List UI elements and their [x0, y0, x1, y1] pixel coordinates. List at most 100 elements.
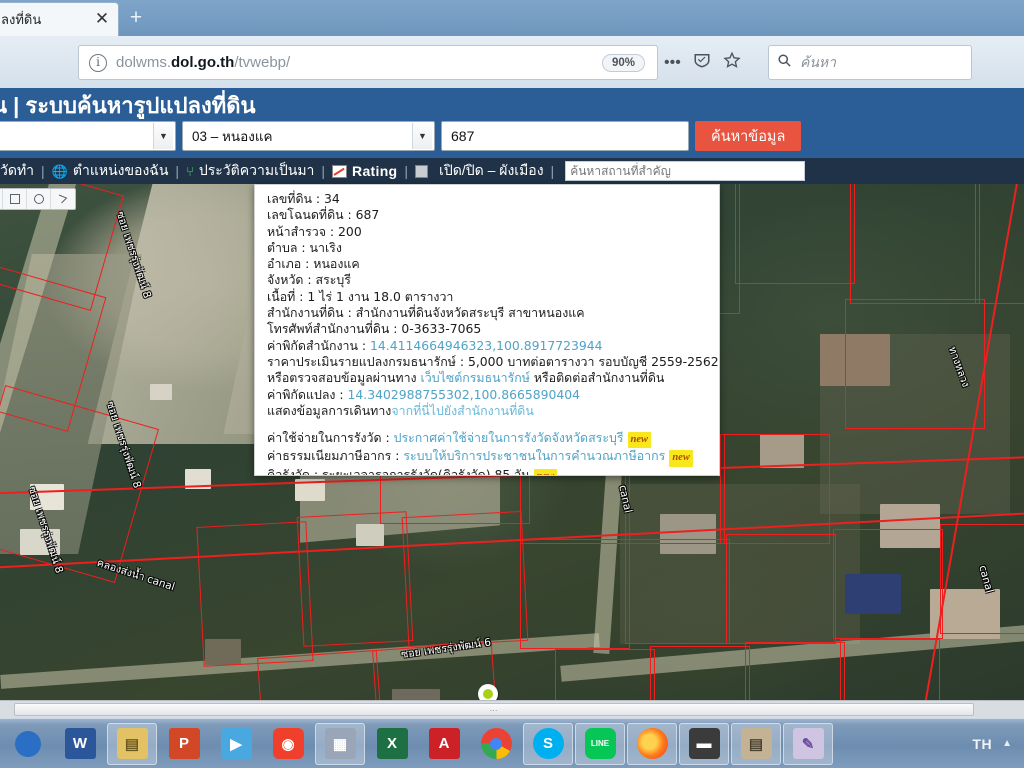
horizontal-scrollbar[interactable]: ⋯ — [0, 700, 1024, 718]
checkbox-icon[interactable] — [415, 164, 429, 178]
site-info-icon[interactable]: i — [89, 53, 107, 72]
taskbar-item-powerpoint[interactable]: P — [159, 723, 209, 765]
popup-line-area: เนื้อที่ : 1 ไร่ 1 งาน 18.0 ตารางวา — [267, 288, 454, 304]
popup-line-survey-cost: ค่าใช้จ่ายในการรังวัด : ประกาศค่าใช้จ่าย… — [267, 430, 709, 449]
page-actions-icon[interactable]: ••• — [664, 54, 681, 71]
treasury-website-link[interactable]: เว็บไซต์กรมธนารักษ์ — [421, 370, 530, 385]
taskbar-item-mediaplayer[interactable]: ▶ — [211, 723, 261, 765]
taskbar-item-gom[interactable]: ◉ — [263, 723, 313, 765]
popup-line-office-coordinates: ค่าพิกัดสำนักงาน : 14.4114664946323,100.… — [267, 337, 603, 353]
toolbar-item-history-label: ประวัติความเป็นมา — [198, 162, 315, 178]
popup-spacer — [267, 419, 709, 430]
search-form: ▼ 03 – หนองแค ▼ 687 ค้นหาข้อมูล — [0, 121, 1020, 151]
globe-icon: 🌐 — [51, 163, 68, 179]
tab-strip: ลงที่ดิน ✕ + — [0, 0, 1024, 36]
tax-fee-link[interactable]: ระบบให้บริการประชาชนในการคำนวณภาษีอากร — [403, 448, 665, 463]
amphur-select[interactable]: ▼ — [0, 121, 176, 151]
zoom-level-badge[interactable]: 90% — [601, 53, 645, 72]
popup-line-survey-queue: คิวรังวัด : ระยะเวลารอการรังวัด(คิวรังวั… — [267, 467, 709, 475]
toolbar-separator: | — [175, 163, 180, 179]
search-input[interactable]: ค้นหา — [800, 52, 836, 74]
toolbar-item-history[interactable]: ⑂ ประวัติความเป็นมา — [186, 160, 314, 182]
history-branch-icon: ⑂ — [186, 163, 194, 179]
popup-line-amphur: อำเภอ : หนองแค — [267, 256, 360, 272]
taskbar-item-paint[interactable]: ✎ — [783, 722, 833, 765]
popup-line-land-number: เลขที่ดิน : 34 — [267, 191, 340, 206]
taskbar-item-skype[interactable]: S — [523, 722, 573, 765]
rectangle-tool[interactable] — [3, 189, 27, 209]
toolbar-item-province[interactable]: วัดทำ — [0, 160, 34, 182]
show-hidden-icons-icon[interactable]: ▲ — [1002, 738, 1012, 749]
taskbar-item-chrome[interactable] — [471, 723, 521, 765]
popup-line-office-phone: โทรศัพท์สำนักงานที่ดิน : 0-3633-7065 — [267, 321, 482, 337]
new-tab-icon[interactable]: + — [124, 7, 148, 30]
close-icon[interactable]: ✕ — [92, 10, 112, 30]
toolbar-separator: | — [404, 163, 409, 179]
toolbar-item-rating-label: Rating — [352, 163, 398, 179]
tambon-select-value: 03 – หนองแค — [192, 129, 273, 144]
toolbar-item-cityplan-label: เปิด/ปิด – ผังเมือง — [439, 162, 544, 178]
system-tray: TH ▲ — [972, 736, 1024, 752]
taskbar-item-word[interactable]: W — [55, 723, 105, 765]
popup-line-tax-fee: ค่าธรรมเนียมภาษีอากร : ระบบให้บริการประช… — [267, 448, 709, 467]
browser-chrome: ลงที่ดิน ✕ + i dolwms.dol.go.th/tvwebp/ … — [0, 0, 1024, 88]
taskbar-item-explorer[interactable]: ▤ — [107, 722, 157, 765]
popup-line-parcel-coordinates: ค่าพิกัดแปลง : 14.3402988755302,100.8665… — [267, 386, 581, 402]
route-link[interactable]: จากที่นี่ไปยังสำนักงานที่ดิน — [391, 403, 533, 418]
new-badge: new — [533, 468, 558, 475]
taskbar-item-line[interactable]: LINE — [575, 722, 625, 765]
toolbar-item-mylocation-label: ตำแหน่งของฉัน — [72, 162, 169, 178]
taskbar-item-start[interactable] — [3, 723, 53, 765]
polygon-tool[interactable] — [51, 189, 75, 209]
url-text: dolwms.dol.go.th/tvwebp/ — [116, 54, 291, 71]
parcel-marker[interactable] — [473, 679, 503, 700]
shield-icon[interactable] — [693, 51, 711, 74]
screen: ลงที่ดิน ✕ + i dolwms.dol.go.th/tvwebp/ … — [0, 0, 1024, 768]
popup-line-appraisal-price: ราคาประเมินรายแปลงกรมธนารักษ์ : 5,000 บา… — [267, 353, 719, 369]
popup-line-tambon: ตำบล : นาเริง — [267, 239, 342, 255]
draw-tools-widget — [0, 188, 76, 210]
popup-line-survey-page: หน้าสำรวจ : 200 — [267, 223, 362, 239]
toolbar-item-cityplan[interactable]: เปิด/ปิด – ผังเมือง — [415, 160, 544, 182]
browser-tab[interactable]: ลงที่ดิน ✕ — [0, 2, 119, 36]
taskbar-item-photo[interactable]: ▦ — [315, 722, 365, 765]
taskbar-item-excel[interactable]: X — [367, 723, 417, 765]
page-title: น | ระบบค้นหารูปแปลงที่ดิน — [0, 93, 256, 118]
chevron-down-icon: ▼ — [412, 123, 432, 149]
toolbar-item-rating[interactable]: Rating — [332, 163, 397, 179]
scrollbar-thumb[interactable]: ⋯ — [14, 703, 974, 716]
popup-line-route: แสดงข้อมูลการเดินทางจากที่นี่ไปยังสำนักง… — [267, 402, 534, 418]
taskbar-item-printer[interactable]: ▬ — [679, 722, 729, 765]
map-toolbar: วัดทำ | 🌐 ตำแหน่งของฉัน | ⑂ ประวัติความเ… — [0, 158, 1024, 184]
bookmark-star-icon[interactable] — [723, 51, 741, 74]
chevron-down-icon: ▼ — [153, 123, 173, 149]
toolbar-separator: | — [41, 163, 45, 179]
address-bar[interactable]: i dolwms.dol.go.th/tvwebp/ 90% — [78, 45, 658, 80]
toolbar-separator: | — [550, 163, 555, 179]
popup-line-deed-number: เลขโฉนดที่ดิน : 687 — [267, 207, 380, 223]
survey-cost-link[interactable]: ประกาศค่าใช้จ่ายในการรังวัดจังหวัดสระบุร… — [394, 430, 624, 445]
taskbar-item-acrobat[interactable]: A — [419, 723, 469, 765]
popup-line-check-treasury: หรือตรวจสอบข้อมูลผ่านทาง เว็บไซต์กรมธนาร… — [267, 370, 665, 386]
landmark-search-input[interactable]: ค้นหาสถานที่สำคัญ — [565, 161, 806, 181]
toolbar-item-mylocation[interactable]: 🌐 ตำแหน่งของฉัน — [52, 160, 169, 182]
chart-icon — [332, 164, 348, 178]
windows-taskbar: W ▤ P ▶ ◉ ▦ X A S LINE ▬ ▤ ✎ TH ▲ — [0, 718, 1024, 768]
tab-title: ลงที่ดิน — [1, 12, 42, 27]
browser-toolbar-icons: ••• — [664, 45, 741, 80]
circle-tool[interactable] — [27, 189, 51, 209]
search-submit-button[interactable]: ค้นหาข้อมูล — [695, 121, 802, 151]
language-indicator[interactable]: TH — [972, 736, 992, 752]
map-pin-center-dot — [483, 689, 493, 699]
toolbar-separator: | — [321, 163, 326, 179]
browser-search-bar[interactable]: ค้นหา — [768, 45, 972, 80]
parcel-number-input[interactable]: 687 — [441, 121, 689, 151]
new-badge: new — [627, 432, 652, 449]
search-icon — [777, 53, 792, 73]
taskbar-item-firefox[interactable] — [627, 722, 677, 765]
parcel-info-popup: เลขที่ดิน : 34 เลขโฉนดที่ดิน : 687 หน้าส… — [254, 184, 720, 476]
popup-line-province: จังหวัด : สระบุรี — [267, 272, 351, 288]
tambon-select[interactable]: 03 – หนองแค ▼ — [182, 121, 435, 151]
new-badge: new — [669, 450, 693, 467]
taskbar-item-scanner[interactable]: ▤ — [731, 722, 781, 765]
